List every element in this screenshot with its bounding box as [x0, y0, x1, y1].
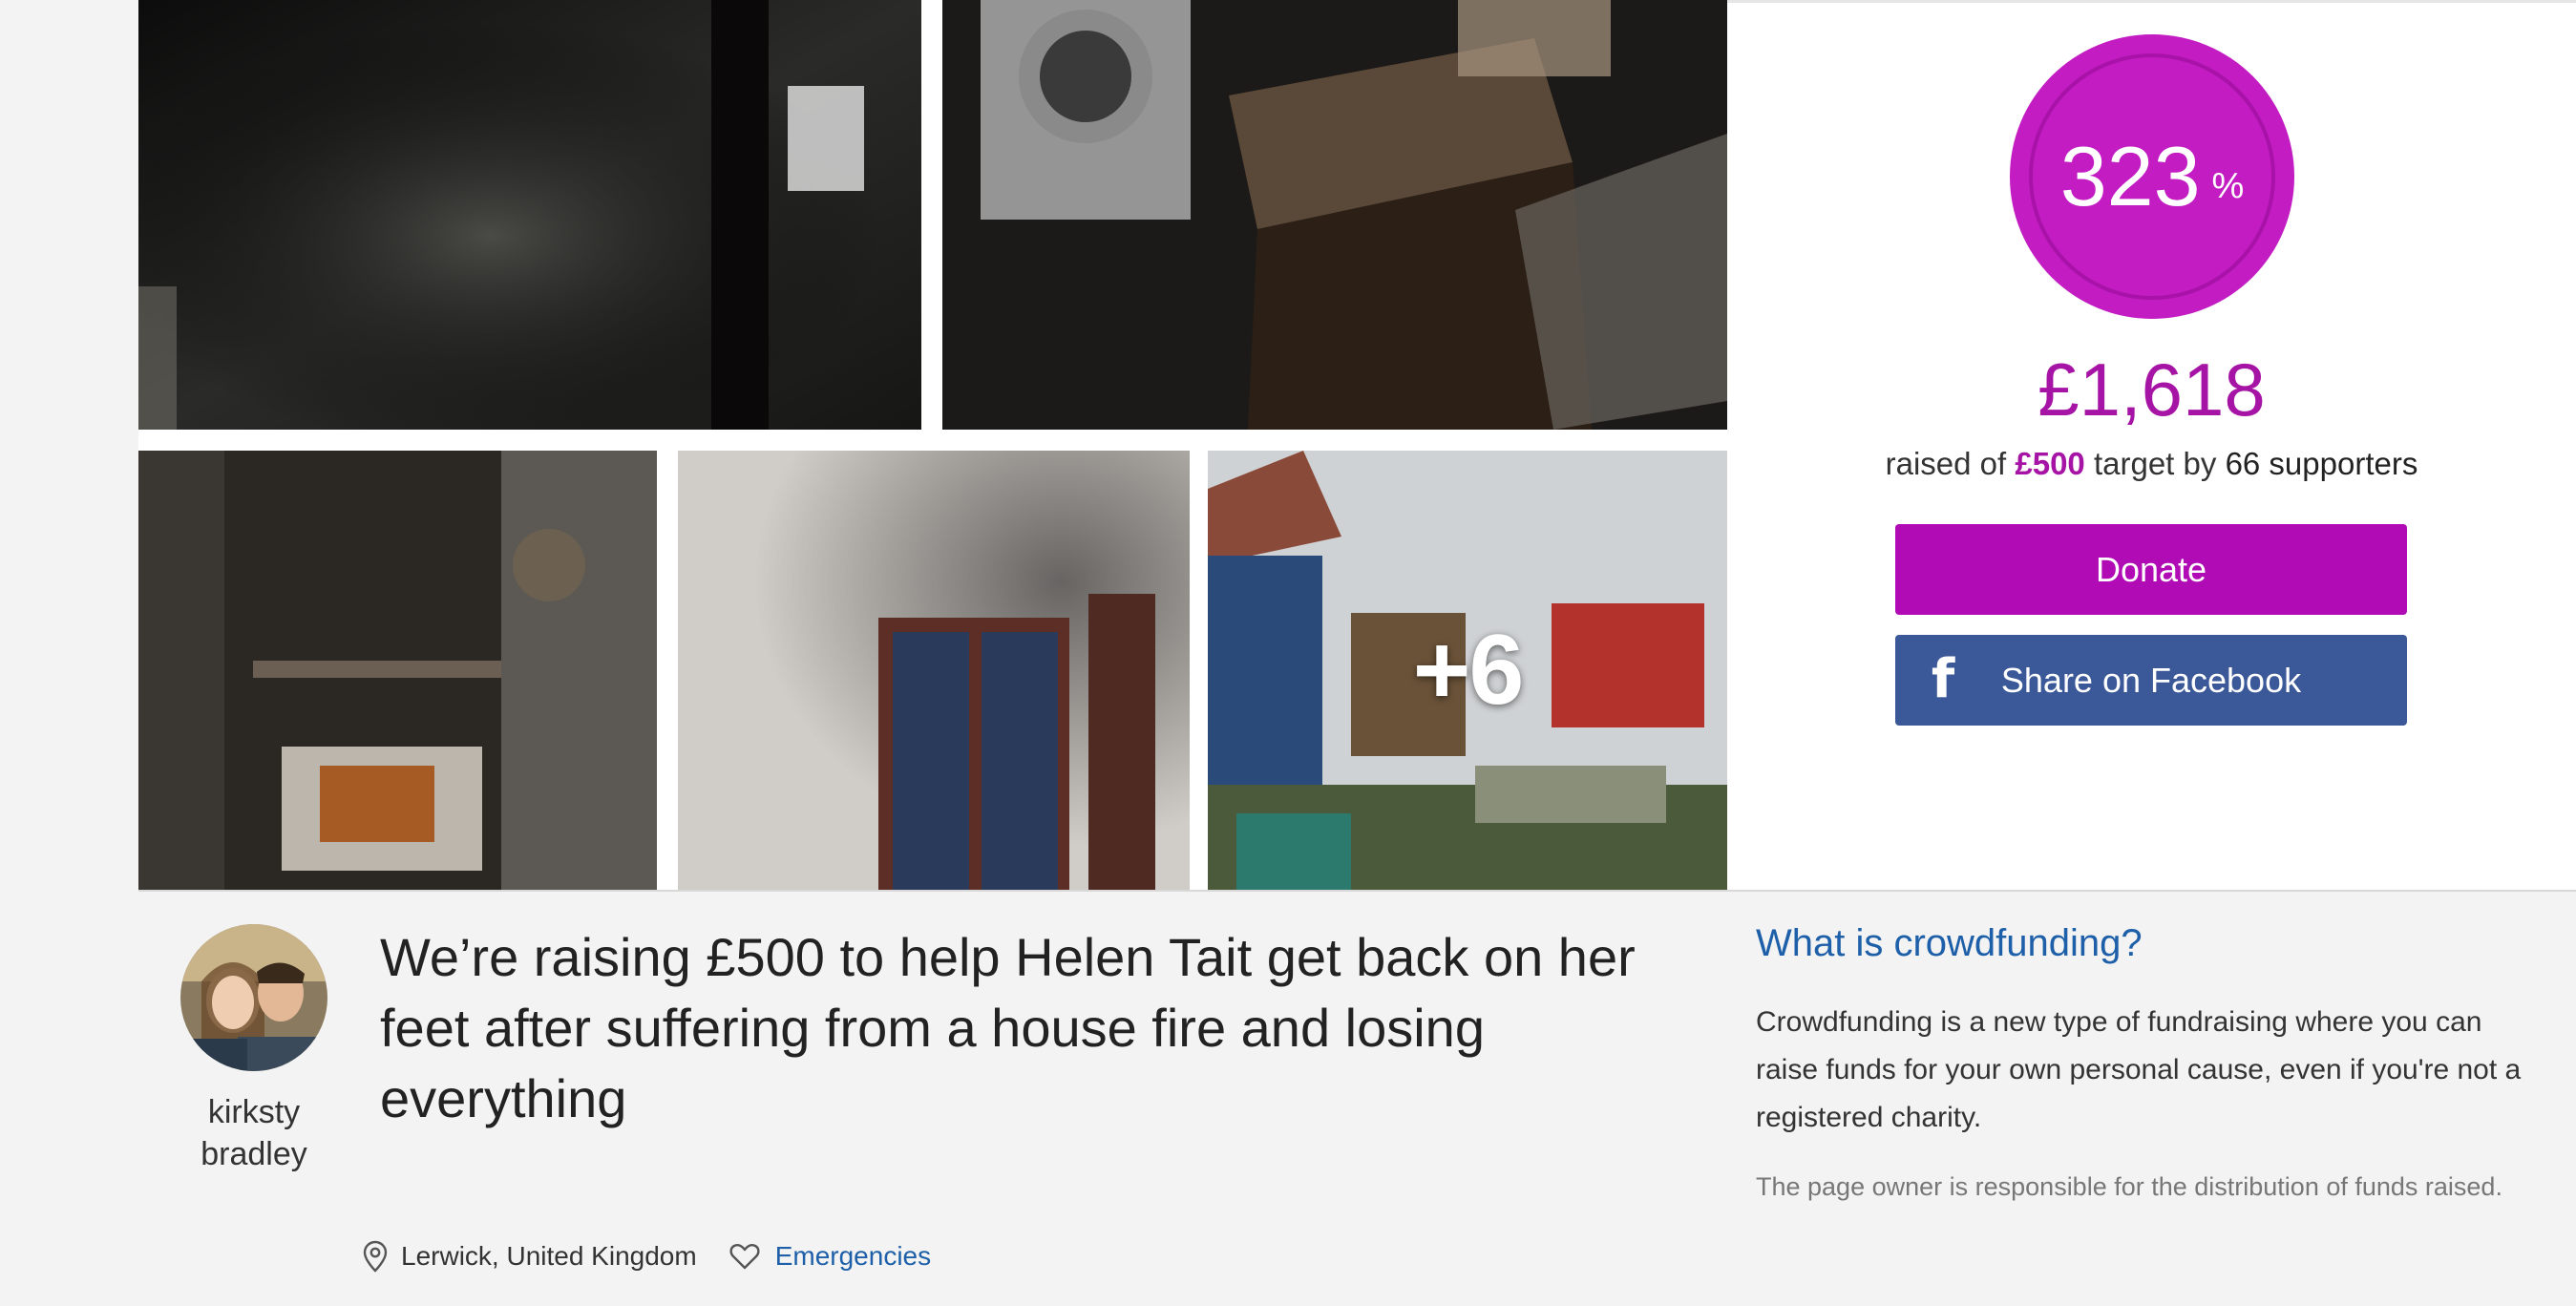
campaign-location: Lerwick, United Kingdom [401, 1241, 697, 1271]
progress-percent: 323 [2059, 129, 2201, 223]
share-facebook-button[interactable]: f Share on Facebook [1895, 635, 2407, 726]
target-amount: £500 [2015, 446, 2085, 481]
creator-avatar[interactable] [180, 924, 327, 1071]
raised-summary: raised of £500 target by 66 supporters [1727, 446, 2576, 482]
share-facebook-label: Share on Facebook [2000, 660, 2302, 700]
target-middle: target by [2093, 446, 2217, 481]
creator-last-name: bradley [201, 1136, 307, 1172]
section-divider [138, 890, 2576, 892]
donate-button-label: Donate [2095, 549, 2207, 589]
gallery-photo-smoked-door[interactable] [678, 451, 1190, 890]
gallery-photo-burnt-cupboard[interactable] [138, 451, 657, 890]
campaign-page: +6 323 % £1,618 raised of £500 target by… [0, 0, 2576, 1306]
raised-amount: £1,618 [2038, 348, 2266, 432]
progress-circle: 323 % [2010, 34, 2294, 319]
facebook-icon: f [1931, 648, 1955, 710]
campaign-title: We’re raising £500 to help Helen Tait ge… [380, 927, 1636, 1128]
raised-prefix: raised of [1885, 446, 2007, 481]
campaign-category-link[interactable]: Emergencies [775, 1241, 931, 1272]
location-pin-icon [363, 1240, 388, 1273]
crowdfunding-info-title[interactable]: What is crowdfunding? [1756, 922, 2143, 965]
gallery-photo-burnt-kitchen[interactable] [942, 0, 1727, 430]
crowdfunding-info-body: Crowdfunding is a new type of fundraisin… [1756, 1006, 2522, 1133]
donate-panel: 323 % £1,618 raised of £500 target by 66… [1727, 0, 2576, 890]
progress-percent-sign: % [2211, 165, 2245, 206]
photo-gallery: +6 [138, 0, 1727, 890]
page-owner-note: The page owner is responsible for the di… [1756, 1172, 2502, 1201]
gallery-photo-burnt-floor[interactable] [138, 0, 921, 430]
heart-icon [729, 1243, 760, 1270]
supporters-count: 66 supporters [2225, 446, 2418, 481]
donate-button[interactable]: Donate [1895, 524, 2407, 615]
creator-first-name: kirksty [207, 1094, 301, 1130]
creator-name[interactable]: kirksty bradley [158, 1091, 349, 1175]
more-photos-count[interactable]: +6 [1208, 451, 1727, 890]
gallery-photo-more[interactable]: +6 [1208, 451, 1727, 890]
campaign-meta: Lerwick, United Kingdom Emergencies [363, 1237, 931, 1275]
progress-circle-inner: 323 % [2029, 53, 2275, 300]
